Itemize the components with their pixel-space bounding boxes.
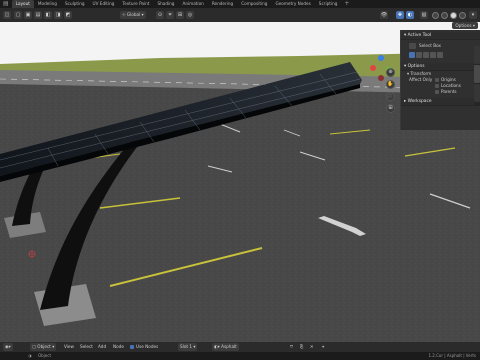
parents-label: Parents	[441, 89, 457, 94]
snap-target-icon[interactable]: ⊞	[176, 11, 184, 19]
material-shading-icon[interactable]	[450, 12, 457, 19]
options-label: Options	[455, 23, 472, 28]
mode-extend-icon[interactable]	[416, 52, 422, 58]
gizmo-toggle-icon[interactable]: ✥	[396, 11, 404, 19]
affect-only-label: Affect Only	[409, 77, 433, 82]
tab-layout[interactable]: Layout	[11, 0, 34, 8]
active-tool-header[interactable]: ▾ Active Tool	[401, 32, 480, 40]
object-mode-icon[interactable]: ▢	[14, 11, 22, 19]
view-menu-icon[interactable]: ▤	[34, 11, 42, 19]
copy-icon[interactable]: ⎘	[300, 343, 303, 351]
menu-select[interactable]: Select	[80, 343, 93, 351]
status-mouse-icon: ◑	[28, 353, 32, 358]
pan-icon[interactable]: ✋	[386, 80, 395, 89]
object-menu-icon[interactable]: ◩	[64, 11, 72, 19]
origins-label: Origins	[441, 77, 456, 82]
locations-checkbox[interactable]	[435, 84, 439, 88]
sidebar-n-panel: ▾ Active Tool Select Box ▾ Options ▾ Tra…	[400, 30, 480, 130]
select-menu-icon[interactable]: ◧	[44, 11, 52, 19]
affect-parents-row: Parents	[401, 89, 480, 95]
object-type-value: Object	[37, 344, 51, 349]
overlay-toggle-icon[interactable]: ◐	[406, 11, 414, 19]
status-bar: ◑ Object 1.2.Cor | Asphalt | Verts	[0, 352, 480, 360]
sidebar-tab-tool[interactable]	[474, 65, 480, 83]
tab-rendering[interactable]: Rendering	[208, 0, 237, 8]
sidebar-tab-item[interactable]	[474, 46, 480, 64]
use-nodes-label: Use Nodes	[136, 344, 159, 349]
slot-value: Slot 1	[180, 344, 193, 349]
gizmo-z-axis[interactable]	[378, 55, 384, 61]
editor-type-icon[interactable]: ◫	[3, 11, 11, 19]
origins-checkbox[interactable]	[435, 78, 439, 82]
add-menu-icon[interactable]: ◨	[54, 11, 62, 19]
rendered-shading-icon[interactable]	[459, 12, 466, 19]
options-header[interactable]: ▾ Options	[401, 63, 480, 71]
select-box-icon	[409, 43, 416, 49]
tool-name: Select Box	[419, 43, 442, 48]
mode-intersect-icon[interactable]	[437, 52, 443, 58]
workspace-header[interactable]: ▸ Workspace	[401, 98, 480, 106]
add-workspace-icon[interactable]: +	[341, 0, 352, 8]
tab-scripting[interactable]: Scripting	[315, 0, 342, 8]
solid-shading-icon[interactable]	[441, 12, 448, 19]
tab-animation[interactable]: Animation	[178, 0, 207, 8]
zoom-icon[interactable]: ⊕	[386, 68, 395, 77]
options-dropdown[interactable]: Options ▾	[452, 22, 478, 29]
tab-uv-editing[interactable]: UV Editing	[89, 0, 119, 8]
shader-editor-header: ◉▾ ▢ Object ▾ View Select Add Node Use N…	[0, 342, 480, 352]
workspace-title: Workspace	[407, 99, 432, 104]
status-left-text: Object	[38, 353, 52, 358]
tab-compositing[interactable]: Compositing	[237, 0, 271, 8]
menu-add[interactable]: Add	[98, 343, 106, 351]
tool-mode-buttons	[401, 52, 480, 60]
sidebar-tab-view[interactable]	[474, 84, 480, 102]
wireframe-shading-icon[interactable]	[432, 12, 439, 19]
options-title: Options	[407, 64, 425, 69]
tab-geometry-nodes[interactable]: Geometry Nodes	[271, 0, 314, 8]
proportional-edit-icon[interactable]: ◎	[186, 11, 194, 19]
transform-orientation-dropdown[interactable]: ⊹ Global ▾	[120, 11, 146, 19]
pivot-icon[interactable]: ⊙	[156, 11, 164, 19]
material-name: Asphalt	[221, 344, 237, 349]
shield-icon[interactable]: ⛉	[290, 343, 293, 351]
parents-checkbox[interactable]	[435, 90, 439, 94]
visibility-icon[interactable]: 👁	[380, 11, 388, 19]
use-nodes-toggle[interactable]: Use Nodes	[130, 343, 158, 351]
tab-modeling[interactable]: Modeling	[34, 0, 61, 8]
camera-view-icon[interactable]: 🎥	[386, 92, 395, 101]
transform-orientation-value: Global	[126, 12, 141, 17]
use-nodes-checkbox[interactable]	[130, 345, 134, 349]
transform-title: Transform	[410, 71, 432, 76]
xray-toggle-icon[interactable]: ▧	[420, 11, 428, 19]
perspective-toggle-icon[interactable]: ⊞	[386, 104, 395, 113]
mode-invert-icon[interactable]	[430, 52, 436, 58]
slot-dropdown[interactable]: Slot 1 ▾	[178, 343, 198, 351]
snap-icon[interactable]: ⌗	[166, 11, 174, 19]
status-right-text: 1.2.Cor | Asphalt | Verts	[428, 353, 476, 358]
tool-name-row: Select Box	[401, 43, 480, 49]
workspace-tab-bar: ▤ Layout Modeling Sculpting UV Editing T…	[0, 0, 480, 8]
active-tool-title: Active Tool	[407, 33, 432, 38]
gizmo-x-axis[interactable]	[370, 65, 376, 71]
blender-menu-icon[interactable]: ▤	[0, 0, 12, 8]
select-mode-icon[interactable]: ▣	[24, 11, 32, 19]
mode-new-icon[interactable]	[409, 52, 415, 58]
locations-label: Locations	[441, 83, 461, 88]
material-selector[interactable]: ◐▾ Asphalt	[212, 343, 239, 351]
tab-texture-paint[interactable]: Texture Paint	[118, 0, 153, 8]
tab-sculpting[interactable]: Sculpting	[61, 0, 89, 8]
object-type-dropdown[interactable]: ▢ Object ▾	[30, 343, 57, 351]
tab-shading[interactable]: Shading	[153, 0, 178, 8]
pin-icon[interactable]: ⌖	[322, 343, 324, 351]
close-icon[interactable]: ✕	[310, 343, 314, 351]
editor-type-icon-bottom[interactable]: ◉▾	[3, 343, 13, 351]
mode-subtract-icon[interactable]	[423, 52, 429, 58]
gizmo-neg-axis[interactable]	[378, 75, 384, 81]
viewport-header: ◫ ▢ ▣ ▤ ◧ ◨ ◩ ⊹ Global ▾ ⊙ ⌗ ⊞ ◎ 👁 ✥ ◐ ▧…	[0, 8, 480, 22]
sidebar-tabs	[474, 46, 480, 106]
menu-node[interactable]: Node	[113, 343, 124, 351]
menu-view[interactable]: View	[64, 343, 74, 351]
shading-options-icon[interactable]: ▾	[469, 11, 477, 19]
